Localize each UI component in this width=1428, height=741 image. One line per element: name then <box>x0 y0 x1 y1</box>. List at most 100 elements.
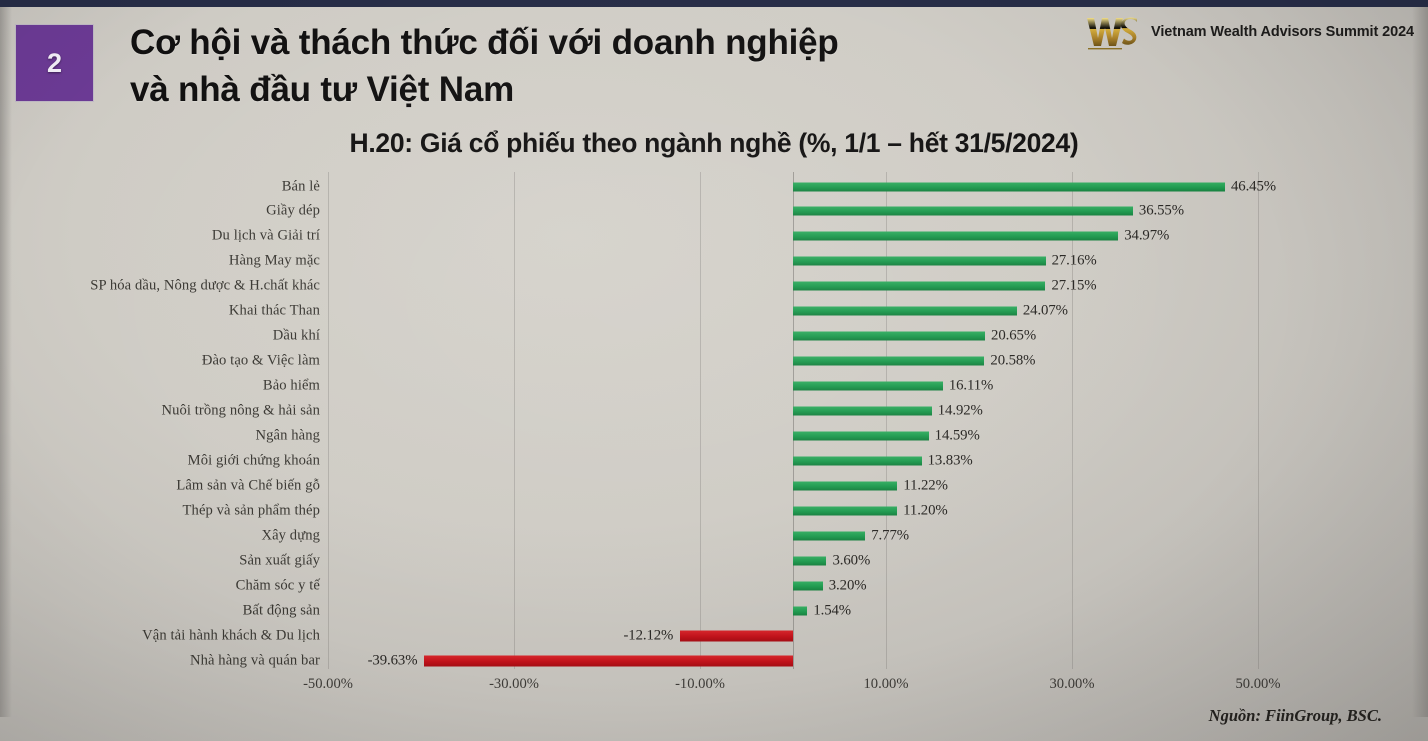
category-label: Vận tải hành khách & Du lịch <box>142 627 320 644</box>
chart-row: Môi giới chứng khoán 13.83% <box>0 448 1428 473</box>
bar-value-label: 20.65% <box>991 327 1037 344</box>
bar-positive <box>793 481 898 491</box>
bar-positive <box>793 182 1225 191</box>
bar-value-label: -12.12% <box>623 627 674 644</box>
bar-value-label: 13.83% <box>927 452 973 469</box>
chart-row: Xây dựng 7.77% <box>0 523 1428 548</box>
bar-negative <box>680 630 793 642</box>
chart-row: Vận tải hành khách & Du lịch -12.12% <box>0 623 1428 648</box>
chart-row: Thép và sản phẩm thép 11.20% <box>0 498 1428 523</box>
category-label: Nhà hàng và quán bar <box>189 652 320 669</box>
bar-value-label: 7.77% <box>871 527 909 544</box>
bar-value-label: 27.16% <box>1051 252 1097 269</box>
bar-positive <box>793 331 986 341</box>
category-label: Nuôi trồng nông & hải sản <box>161 402 320 419</box>
x-tick-label: -30.00% <box>489 676 539 692</box>
slide-canvas: 2 Cơ hội và thách thức đối với doanh ngh… <box>0 0 1428 741</box>
slide-number-badge: 2 <box>15 24 94 102</box>
x-tick-label: 30.00% <box>1049 676 1095 692</box>
bar-value-label: 46.45% <box>1230 178 1277 194</box>
chart-row: Khai thác Than 24.07% <box>0 299 1428 324</box>
chart-row: Lâm sản và Chế biến gỗ 11.22% <box>0 473 1428 498</box>
bar-value-label: 27.15% <box>1051 277 1097 294</box>
category-label: Đào tạo & Việc làm <box>201 352 320 369</box>
category-label: Khai thác Than <box>228 302 320 319</box>
page-title-line-1: Cơ hội và thách thức đối với doanh nghiệ… <box>130 23 839 62</box>
bar-positive <box>793 406 932 416</box>
bar-value-label: 14.92% <box>937 402 983 419</box>
category-label: Hàng May mặc <box>228 252 320 269</box>
bar-value-label: 3.20% <box>828 577 867 594</box>
top-accent-bar <box>0 0 1428 7</box>
category-label: Môi giới chứng khoán <box>187 452 320 469</box>
category-label: Chăm sóc y tế <box>235 577 320 594</box>
chart-plot-area: Bán lẻ 46.45% Giầy dép 36.55% Du lịch và Giả… <box>0 172 1428 672</box>
chart-row: Nuôi trồng nông & hải sản 14.92% <box>0 399 1428 424</box>
bar-positive <box>793 231 1119 241</box>
bar-value-label: 20.58% <box>990 352 1036 369</box>
x-tick-label: 50.00% <box>1235 676 1281 692</box>
bar-positive <box>793 381 943 391</box>
chart-row: Chăm sóc y tế 3.20% <box>0 573 1428 598</box>
bar-positive <box>793 581 823 591</box>
brand-lockup: Vietnam Wealth Advisors Summit 2024 <box>1085 12 1414 52</box>
category-label: Giầy dép <box>266 202 320 219</box>
chart-row: Dầu khí 20.65% <box>0 324 1428 349</box>
category-label: Du lịch và Giải trí <box>211 227 320 244</box>
category-label: Lâm sản và Chế biến gỗ <box>176 477 320 494</box>
chart-row: Đào tạo & Việc làm 20.58% <box>0 349 1428 374</box>
chart-title: H.20: Giá cổ phiếu theo ngành nghề (%, 1… <box>349 128 1079 158</box>
category-label: SP hóa dầu, Nông dược & H.chất khác <box>90 277 320 294</box>
bar-positive <box>793 256 1046 266</box>
bar-value-label: 11.22% <box>903 477 948 494</box>
bar-positive <box>793 356 985 366</box>
category-label: Xây dựng <box>261 527 320 544</box>
category-label: Ngân hàng <box>255 427 320 444</box>
x-tick-label: -50.00% <box>303 676 353 692</box>
chart-row: Bảo hiểm 16.11% <box>0 374 1428 399</box>
chart-row: Nhà hàng và quán bar -39.63% <box>0 648 1428 673</box>
chart-x-axis: -50.00% -30.00% -10.00% 10.00% 30.00% 50.00% <box>0 676 1428 702</box>
x-tick-label: -10.00% <box>675 676 725 692</box>
category-label: Dầu khí <box>272 327 320 344</box>
bar-value-label: -39.63% <box>367 652 418 669</box>
bar-positive <box>793 531 866 541</box>
chart-row: Hàng May mặc 27.16% <box>0 249 1428 274</box>
bar-positive <box>793 281 1046 291</box>
bar-negative <box>424 655 793 667</box>
chart-row: Bất động sản 1.54% <box>0 598 1428 623</box>
page-title-line-2: và nhà đầu tư Việt Nam <box>130 69 515 109</box>
bar-positive <box>793 456 922 466</box>
bar-value-label: 16.11% <box>948 377 994 394</box>
bar-positive <box>793 506 898 516</box>
chart-row: SP hóa dầu, Nông dược & H.chất khác 27.15… <box>0 274 1428 299</box>
x-tick-label: 10.00% <box>863 676 909 692</box>
chart-row: Bán lẻ 46.45% <box>0 174 1428 199</box>
chart-row: Sản xuất giấy 3.60% <box>0 548 1428 573</box>
chart-row: Giầy dép 36.55% <box>0 199 1428 224</box>
bar-value-label: 1.54% <box>813 602 852 619</box>
bar-value-label: 3.60% <box>832 552 871 569</box>
bar-value-label: 36.55% <box>1138 202 1184 219</box>
was-logo-icon <box>1087 17 1138 50</box>
bar-value-label: 24.07% <box>1022 302 1068 319</box>
bar-positive <box>793 306 1017 316</box>
bar-positive <box>793 556 827 566</box>
slide-number-label: 2 <box>46 47 63 78</box>
page-title: Cơ hội và thách thức đối với doanh nghiệ… <box>130 20 1090 113</box>
bar-value-label: 14.59% <box>934 427 980 444</box>
brand-title: Vietnam Wealth Advisors Summit 2024 <box>1151 24 1414 40</box>
category-label: Bất động sản <box>242 602 320 619</box>
chart-row: Ngân hàng 14.59% <box>0 424 1428 449</box>
bar-positive <box>793 206 1133 216</box>
bar-positive <box>793 606 808 616</box>
chart-source-note: Nguồn: FiinGroup, BSC. <box>1208 706 1382 725</box>
category-label: Thép và sản phẩm thép <box>182 502 320 519</box>
chart-row: Du lịch và Giải trí 34.97% <box>0 224 1428 249</box>
bar-value-label: 34.97% <box>1124 227 1170 244</box>
category-label: Bán lẻ <box>281 178 320 194</box>
bar-value-label: 11.20% <box>903 502 948 519</box>
category-label: Bảo hiểm <box>262 377 320 394</box>
bar-positive <box>793 431 929 441</box>
category-label: Sản xuất giấy <box>239 552 320 569</box>
